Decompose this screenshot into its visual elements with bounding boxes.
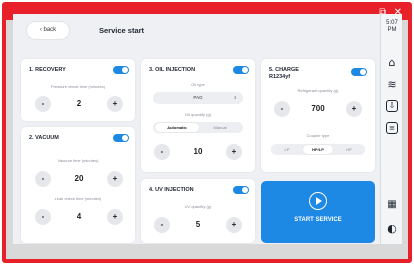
start-service-label: START SERVICE (294, 217, 342, 223)
recovery-toggle[interactable] (113, 66, 129, 74)
leak-minus-button[interactable]: - (35, 209, 51, 225)
oil-toggle[interactable] (233, 66, 249, 74)
uv-toggle[interactable] (233, 186, 249, 194)
uv-quantity-label: UV quantity (g) (184, 204, 212, 209)
vacuum-time-value[interactable]: 20 (51, 171, 107, 187)
oil-quantity-stepper: - 10 + (154, 144, 242, 160)
pressure-time-value[interactable]: 2 (51, 96, 107, 112)
pressure-minus-button[interactable]: - (35, 96, 51, 112)
contrast-icon[interactable]: ◐ (385, 222, 399, 236)
recovery-title: 1. RECOVERY (29, 67, 66, 73)
uv-plus-button[interactable]: + (226, 217, 242, 233)
pressure-time-label: Pressure check time (minutes) (50, 84, 105, 89)
charge-card: 5. CHARGE R1234yf Refrigerant quantity (… (261, 59, 375, 172)
clock: 5:07 PM (381, 20, 403, 34)
oil-quantity-value[interactable]: 10 (170, 144, 226, 160)
vacuum-time-stepper: - 20 + (35, 171, 123, 187)
qr-icon[interactable]: ▦ (385, 198, 399, 212)
refrigerant-quantity-label: Refrigerant quantity (g) (297, 88, 339, 93)
refrigerant-quantity-stepper: - 700 + (274, 101, 362, 117)
charge-title: 5. CHARGE R1234yf (269, 67, 299, 81)
play-circle-icon (309, 192, 327, 210)
pressure-plus-button[interactable]: + (107, 96, 123, 112)
coupler-type-segmented: LP HP/LP HP (271, 144, 365, 155)
refrigerant-name: R1234yf (269, 74, 291, 80)
leak-plus-button[interactable]: + (107, 209, 123, 225)
coupler-hp-lp[interactable]: HP/LP (303, 145, 333, 154)
oil-mode-manual[interactable]: Manual (199, 123, 241, 132)
oil-minus-button[interactable]: - (154, 144, 170, 160)
charge-title-text: 5. CHARGE (269, 67, 299, 73)
oil-title: 3. OIL INJECTION (149, 67, 196, 73)
refrigerant-quantity-value[interactable]: 700 (290, 101, 346, 117)
clock-ampm: PM (387, 27, 397, 33)
uv-minus-button[interactable]: - (154, 217, 170, 233)
vacuum-plus-button[interactable]: + (107, 171, 123, 187)
leak-time-stepper: - 4 + (35, 209, 123, 225)
leak-time-label: Leak check time (minutes) (54, 196, 102, 201)
oil-quantity-label: Oil quantity (g) (184, 112, 211, 117)
oil-mode-automatic[interactable]: Automatic (155, 123, 199, 132)
uv-quantity-value[interactable]: 5 (170, 217, 226, 233)
vacuum-toggle[interactable] (113, 134, 129, 142)
wifi-icon[interactable]: ≋ (385, 78, 399, 92)
uv-injection-card: 4. UV INJECTION UV quantity (g) - 5 + (141, 179, 255, 243)
vacuum-minus-button[interactable]: - (35, 171, 51, 187)
database-icon[interactable]: ≡ (386, 122, 398, 134)
download-icon[interactable]: ⇩ (386, 100, 398, 112)
vacuum-title: 2. VACUUM (29, 135, 59, 141)
sidebar: 5:07 PM ⌂ ≋ ⇩ ≡ ▦ ◐ (380, 14, 402, 244)
start-service-button[interactable]: START SERVICE (261, 181, 375, 243)
header: ‹ back Service start (13, 14, 380, 44)
vacuum-card: 2. VACUUM Vacuum time (minutes) - 20 + L… (21, 127, 135, 243)
oil-type-label: Oil type (191, 82, 205, 87)
oil-plus-button[interactable]: + (226, 144, 242, 160)
vacuum-time-label: Vacuum time (minutes) (57, 158, 99, 163)
charge-toggle[interactable] (351, 68, 367, 76)
back-button[interactable]: ‹ back (27, 22, 69, 39)
home-icon[interactable]: ⌂ (385, 56, 399, 70)
coupler-type-label: Coupler type (306, 133, 330, 138)
pressure-time-stepper: - 2 + (35, 96, 123, 112)
clock-time: 5:07 (386, 20, 398, 26)
leak-time-value[interactable]: 4 (51, 209, 107, 225)
page-title: Service start (99, 26, 145, 35)
recovery-card: 1. RECOVERY Pressure check time (minutes… (21, 59, 135, 121)
uv-quantity-stepper: - 5 + (154, 217, 242, 233)
back-label: back (43, 27, 57, 33)
oil-type-select[interactable]: PAG ⇕ (153, 92, 243, 104)
coupler-hp[interactable]: HP (335, 145, 363, 154)
charge-plus-button[interactable]: + (346, 101, 362, 117)
oil-type-value: PAG (193, 95, 203, 100)
oil-mode-segmented: Automatic Manual (153, 122, 243, 133)
chevron-updown-icon: ⇕ (233, 95, 237, 100)
charge-minus-button[interactable]: - (274, 101, 290, 117)
uv-title: 4. UV INJECTION (149, 187, 194, 193)
coupler-lp[interactable]: LP (273, 145, 301, 154)
oil-injection-card: 3. OIL INJECTION Oil type PAG ⇕ Oil quan… (141, 59, 255, 172)
